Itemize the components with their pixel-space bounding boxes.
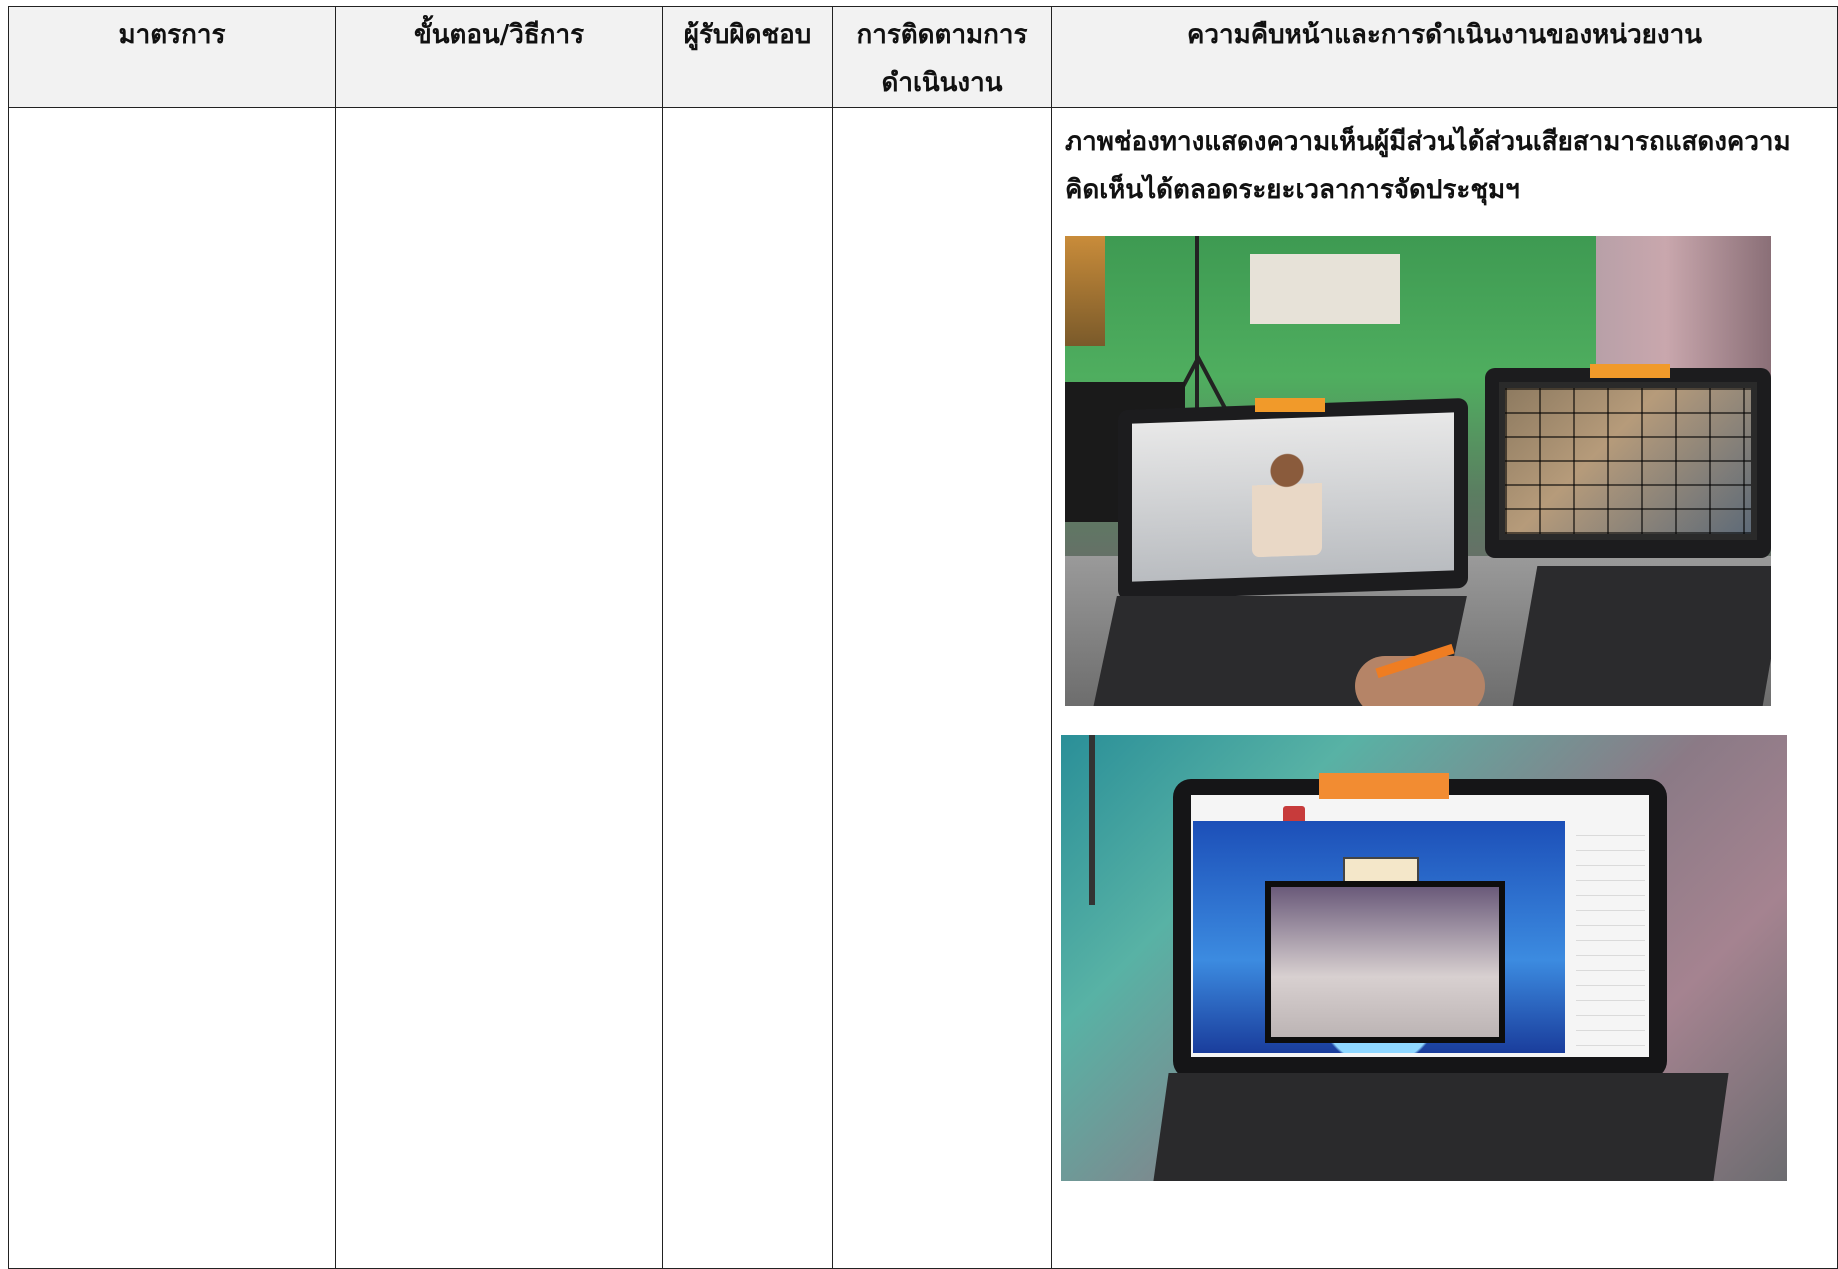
table-row: ภาพช่องทางแสดงความเห็นผู้มีส่วนได้ส่วนเส… [8,107,1838,1269]
laptop-label-tape [1590,364,1670,378]
meeting-video-frame [1265,881,1505,1043]
progress-caption: ภาพช่องทางแสดงความเห็นผู้มีส่วนได้ส่วนเส… [1065,127,1791,205]
cell-measure [8,107,336,1269]
laptop-label-tape [1255,398,1325,412]
cell-procedure [335,107,663,1269]
participant-grid [1505,388,1751,534]
studio-light [1065,236,1105,346]
stand-pole [1089,735,1095,905]
keyboard [1512,566,1771,706]
header-monitoring: การติดตามการดำเนินงาน [832,6,1052,108]
laptop-left [1118,397,1468,601]
header-progress: ความคืบหน้าและการดำเนินงานของหน่วยงาน [1051,6,1838,108]
cell-responsible [662,107,833,1269]
photo-host-laptop [1061,735,1787,1181]
host-laptop [1173,779,1667,1079]
progress-report-table: มาตรการ ขั้นตอน/วิธีการ ผู้รับผิดชอบ การ… [8,6,1838,1269]
photo-greenscreen-laptops [1065,236,1771,706]
cell-monitoring [832,107,1052,1269]
cell-progress: ภาพช่องทางแสดงความเห็นผู้มีส่วนได้ส่วนเส… [1051,107,1838,1269]
chat-panel [1576,821,1645,1051]
header-measure: มาตรการ [8,6,336,108]
laptop-right [1485,368,1771,558]
host-label-tape [1319,773,1449,799]
host-laptop-screen [1191,795,1649,1057]
laptop-left-screen [1132,412,1454,582]
laptop-right-screen [1499,382,1757,540]
keyboard [1153,1073,1729,1181]
table-header-row: มาตรการ ขั้นตอน/วิธีการ ผู้รับผิดชอบ การ… [8,6,1838,108]
header-procedure: ขั้นตอน/วิธีการ [335,6,663,108]
meeting-stage [1193,821,1565,1053]
tripod [1195,236,1199,426]
speaker-video [1252,444,1322,558]
background-paper [1250,254,1400,324]
header-responsible: ผู้รับผิดชอบ [662,6,833,108]
